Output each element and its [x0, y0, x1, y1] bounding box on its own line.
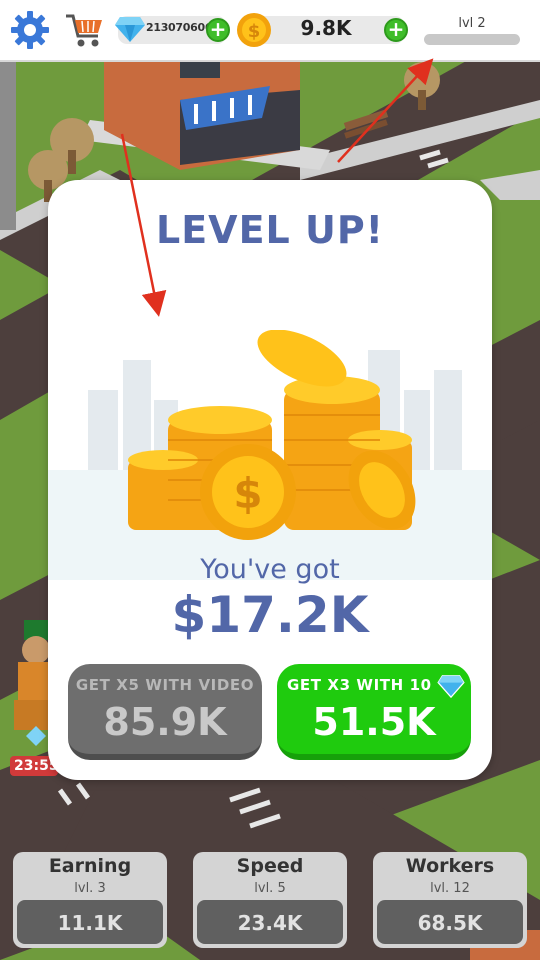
card-title: Workers	[405, 855, 495, 877]
card-title: Speed	[236, 855, 304, 877]
reward-amount: $17.2K	[171, 586, 369, 644]
add-coins-button[interactable]: +	[384, 18, 408, 42]
earning-upgrade-card[interactable]: Earning lvl. 3 11.1K	[13, 852, 167, 948]
card-level: lvl. 5	[254, 881, 286, 896]
cart-icon[interactable]	[64, 10, 106, 50]
coin-icon: $	[237, 13, 271, 47]
level-progress-bar	[424, 34, 520, 45]
top-bar: 2130706062 + $ 9.8K + lvl 2	[0, 0, 540, 62]
speed-upgrade-card[interactable]: Speed lvl. 5 23.4K	[193, 852, 347, 948]
svg-text:$: $	[248, 21, 261, 42]
gem-icon	[115, 17, 145, 42]
level-up-modal: LEVEL UP! $ You've got $17.2K GET X5 WIT…	[48, 180, 492, 780]
card-title: Earning	[48, 855, 132, 877]
get-x3-gems-button[interactable]: GET X3 WITH 10 51.5K	[277, 664, 471, 760]
plus-icon: +	[387, 17, 405, 41]
get-x5-video-button[interactable]: GET X5 WITH VIDEO 85.9K	[68, 664, 262, 760]
gem-button-value: 51.5K	[312, 700, 436, 744]
card-cost: 68.5K	[377, 900, 523, 944]
card-cost: 11.1K	[17, 900, 163, 944]
coin-count: 9.8K	[300, 16, 352, 40]
card-level: lvl. 3	[74, 881, 106, 896]
gem-icon	[437, 675, 465, 698]
gear-icon[interactable]	[10, 10, 50, 50]
reward-label: You've got	[200, 554, 340, 585]
card-cost: 23.4K	[197, 900, 343, 944]
add-gems-button[interactable]: +	[206, 18, 230, 42]
workers-upgrade-card[interactable]: Workers lvl. 12 68.5K	[373, 852, 527, 948]
video-button-value: 85.9K	[103, 700, 227, 744]
plus-icon: +	[209, 17, 227, 41]
card-level: lvl. 12	[430, 881, 470, 896]
player-level-label: lvl 2	[458, 16, 486, 31]
video-button-caption: GET X5 WITH VIDEO	[75, 676, 255, 694]
svg-text:$: $	[233, 469, 262, 518]
coin-pile-illustration: $	[48, 330, 492, 580]
modal-title: LEVEL UP!	[155, 208, 385, 252]
